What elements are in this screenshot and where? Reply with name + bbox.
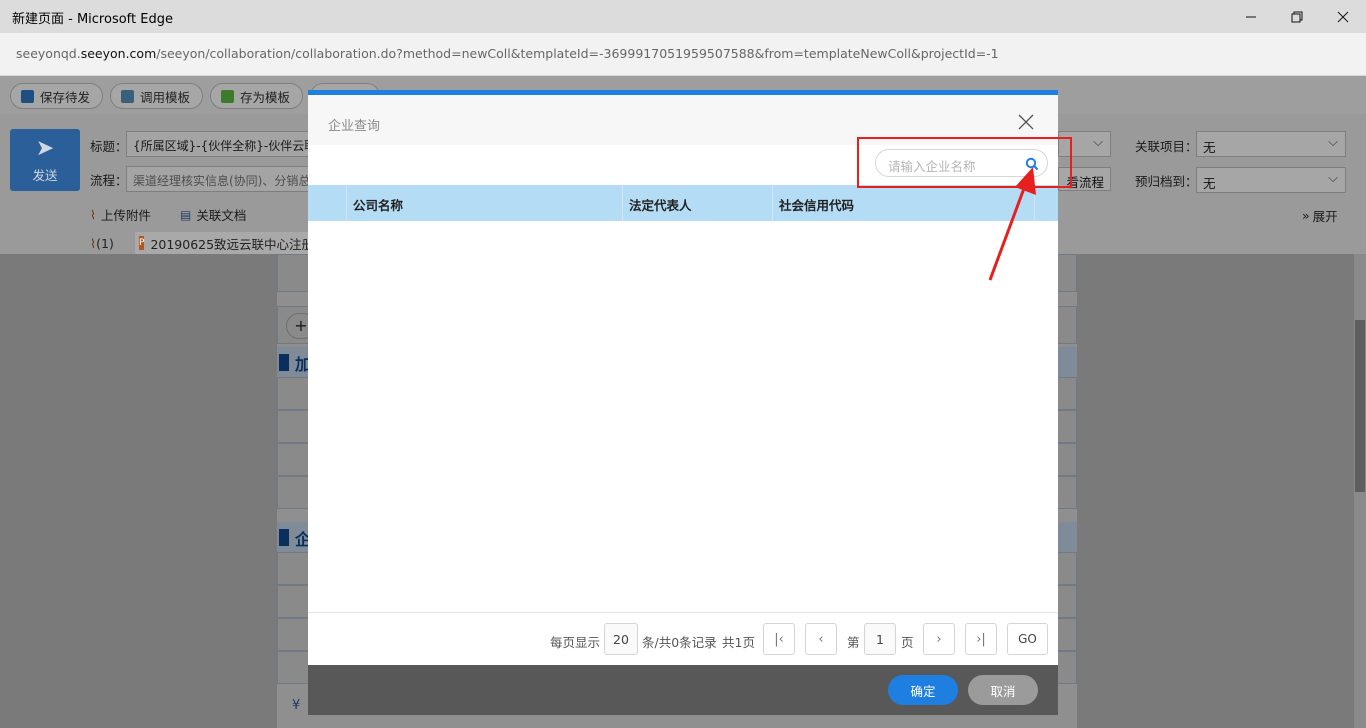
use-template-button[interactable]: 调用模板 xyxy=(110,83,204,109)
minimize-icon xyxy=(1246,16,1256,17)
page-scrollbar[interactable] xyxy=(1354,254,1366,728)
chevron-left-icon: ‹ xyxy=(818,631,824,647)
archive-select[interactable]: 无 ⌵ xyxy=(1196,167,1346,193)
dialog-footer: 确定 取消 xyxy=(308,665,1058,715)
double-chevron-down-icon[interactable]: ¥ xyxy=(292,698,300,713)
confirm-button[interactable]: 确定 xyxy=(888,675,958,705)
send-label: 发送 xyxy=(32,167,58,183)
page-number-input[interactable]: 1 xyxy=(864,623,896,655)
related-project-value: 无 xyxy=(1203,140,1216,155)
send-button[interactable]: ➤ 发送 xyxy=(10,129,80,191)
pptx-file-icon: P xyxy=(139,236,145,250)
chevron-down-icon: ⌵ xyxy=(1093,135,1103,150)
pagination-bar: 每页显示 20 条/共0条记录 共1页 |‹ ‹ 第 1 页 › ›| GO xyxy=(308,612,1058,665)
minimize-button[interactable] xyxy=(1228,0,1274,33)
attachment-count: ⌇(1) xyxy=(90,236,114,251)
attachment-count-value: (1) xyxy=(96,236,114,251)
close-window-button[interactable] xyxy=(1320,0,1366,33)
expand-label: 展开 xyxy=(1312,209,1338,224)
address-bar[interactable]: seeyonqd.seeyon.com/seeyon/collaboration… xyxy=(0,33,1366,76)
upload-attachment-link[interactable]: ⌇ 上传附件 xyxy=(90,205,151,224)
save-template-icon xyxy=(221,89,234,103)
flow-field[interactable]: 渠道经理核实信息(协同)、分销总 xyxy=(126,166,316,192)
per-page-input[interactable]: 20 xyxy=(604,623,638,655)
url-text[interactable]: seeyonqd.seeyon.com/seeyon/collaboration… xyxy=(16,46,999,61)
save-as-template-label: 存为模板 xyxy=(240,89,291,105)
double-chevron-down-icon: » xyxy=(1302,208,1310,223)
close-icon xyxy=(1337,11,1349,22)
window-title: 新建页面 - Microsoft Edge xyxy=(12,12,173,27)
next-page-button[interactable]: › xyxy=(923,623,955,655)
chevron-down-icon: ⌵ xyxy=(1328,171,1338,186)
save-as-template-button[interactable]: 存为模板 xyxy=(210,83,304,109)
attachment-item[interactable]: P 20190625致远云联中心注册 xyxy=(135,232,310,254)
first-page-button[interactable]: |‹ xyxy=(763,623,795,655)
save-draft-label: 保存待发 xyxy=(40,89,91,105)
total-pages-text: 共1页 xyxy=(722,635,755,650)
page-suffix: 页 xyxy=(901,635,914,650)
last-page-icon: ›| xyxy=(976,631,986,647)
template-icon xyxy=(121,89,134,103)
expand-link[interactable]: » 展开 xyxy=(1302,206,1338,225)
archive-value: 无 xyxy=(1203,176,1216,191)
records-text: 条/共0条记录 xyxy=(642,635,717,650)
document-icon: ▤ xyxy=(180,207,192,222)
paper-plane-icon: ➤ xyxy=(35,135,55,161)
related-doc-link[interactable]: ▤ 关联文档 xyxy=(180,205,246,224)
title-field[interactable]: {所属区域}-{伙伴全称}-伙伴云联中心 xyxy=(126,131,316,157)
scrollbar-thumb[interactable] xyxy=(1355,320,1365,492)
section-marker xyxy=(279,354,289,371)
use-template-label: 调用模板 xyxy=(140,89,191,105)
prev-page-button[interactable]: ‹ xyxy=(805,623,837,655)
upload-attachment-label: 上传附件 xyxy=(100,208,151,223)
related-project-label: 关联项目： xyxy=(1135,139,1198,154)
go-button[interactable]: GO xyxy=(1007,623,1048,655)
chevron-down-icon: ⌵ xyxy=(1328,135,1338,150)
column-header-company-name[interactable]: 公司名称 xyxy=(346,185,622,221)
paperclip-icon: ⌇ xyxy=(90,207,96,222)
attachment-name: 20190625致远云联中心注册 xyxy=(150,236,310,252)
section-marker xyxy=(279,529,289,546)
per-page-label: 每页显示 xyxy=(550,635,601,650)
restore-icon xyxy=(1291,11,1303,22)
result-table-header: 公司名称 法定代表人 社会信用代码 xyxy=(308,185,1058,221)
save-icon xyxy=(21,89,34,103)
column-header-legal-rep[interactable]: 法定代表人 xyxy=(622,185,772,221)
title-label: 标题： xyxy=(90,139,128,154)
window-titlebar: 新建页面 - Microsoft Edge xyxy=(0,0,1366,33)
cancel-button[interactable]: 取消 xyxy=(968,675,1038,705)
related-project-select[interactable]: 无 ⌵ xyxy=(1196,131,1346,157)
dialog-title: 企业查询 xyxy=(328,119,381,134)
url-path: /seeyon/collaboration/collaboration.do?m… xyxy=(156,46,999,61)
flow-label: 流程： xyxy=(90,173,128,188)
page-prefix: 第 xyxy=(847,635,860,650)
url-domain: seeyon.com xyxy=(80,46,157,61)
close-icon xyxy=(1018,114,1034,130)
last-page-button[interactable]: ›| xyxy=(965,623,997,655)
chevron-right-icon: › xyxy=(936,631,942,647)
first-page-icon: |‹ xyxy=(774,631,784,647)
save-draft-button[interactable]: 保存待发 xyxy=(10,83,104,109)
result-table-body xyxy=(308,221,1058,612)
archive-label: 预归档到： xyxy=(1135,174,1198,189)
annotation-arrow-icon xyxy=(988,167,1036,281)
related-doc-label: 关联文档 xyxy=(196,208,247,223)
restore-button[interactable] xyxy=(1274,0,1320,33)
dialog-close-button[interactable] xyxy=(1014,110,1038,134)
url-domain-prefix: seeyonqd. xyxy=(16,46,81,61)
